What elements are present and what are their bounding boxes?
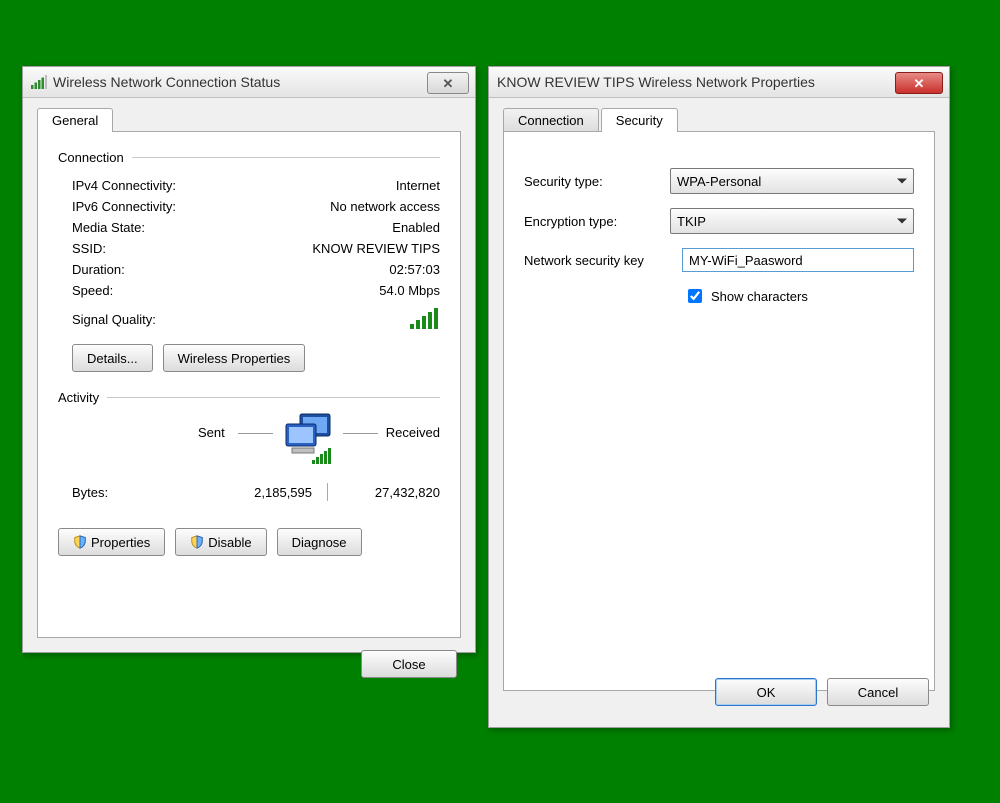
group-connection-label: Connection: [58, 150, 124, 165]
received-label: Received: [386, 425, 440, 440]
row-signal: Signal Quality:: [58, 307, 440, 332]
cancel-button[interactable]: Cancel: [827, 678, 929, 706]
duration-value: 02:57:03: [389, 262, 440, 277]
bytes-sent-value: 2,185,595: [182, 485, 312, 500]
connection-status-dialog: Wireless Network Connection Status ✕ Gen…: [22, 66, 476, 653]
ipv4-label: IPv4 Connectivity:: [72, 178, 176, 193]
tab-security[interactable]: Security: [601, 108, 678, 132]
row-speed: Speed: 54.0 Mbps: [58, 280, 440, 301]
duration-label: Duration:: [72, 262, 125, 277]
group-connection: Connection: [58, 150, 440, 165]
signal-label: Signal Quality:: [72, 312, 156, 327]
row-ssid: SSID: KNOW REVIEW TIPS: [58, 238, 440, 259]
tab-general[interactable]: General: [37, 108, 113, 132]
tab-panel-general: Connection IPv4 Connectivity: Internet I…: [37, 131, 461, 638]
ipv4-value: Internet: [396, 178, 440, 193]
divider: [343, 433, 378, 434]
signal-bars-icon: [410, 307, 440, 332]
client-area: General Connection IPv4 Connectivity: In…: [23, 98, 475, 692]
sent-label: Sent: [198, 425, 225, 440]
show-characters-input[interactable]: [688, 289, 702, 303]
close-icon: ✕: [443, 77, 454, 90]
chevron-down-icon: [897, 179, 907, 184]
media-label: Media State:: [72, 220, 145, 235]
speed-value: 54.0 Mbps: [379, 283, 440, 298]
client-area: Connection Security Security type: WPA-P…: [489, 98, 949, 722]
tabstrip: Connection Security: [503, 108, 935, 132]
divider: [238, 433, 273, 434]
show-characters-checkbox[interactable]: Show characters: [684, 286, 808, 306]
shield-icon: [190, 535, 204, 549]
wireless-properties-button[interactable]: Wireless Properties: [163, 344, 306, 372]
row-security-key: Network security key: [524, 248, 914, 272]
signal-icon: [31, 75, 47, 89]
shield-icon: [73, 535, 87, 549]
tab-panel-security: Security type: WPA-Personal Encryption t…: [503, 131, 935, 691]
footer: Close: [37, 638, 461, 678]
disable-button-label: Disable: [208, 535, 251, 550]
tabstrip: General: [37, 108, 461, 132]
show-characters-label: Show characters: [711, 289, 808, 304]
dialog-title: KNOW REVIEW TIPS Wireless Network Proper…: [497, 74, 815, 90]
speed-label: Speed:: [72, 283, 113, 298]
row-show-characters: Show characters: [684, 286, 914, 306]
ssid-label: SSID:: [72, 241, 106, 256]
properties-button-label: Properties: [91, 535, 150, 550]
titlebar: KNOW REVIEW TIPS Wireless Network Proper…: [489, 67, 949, 98]
close-button-x[interactable]: ✕: [895, 72, 943, 94]
properties-button[interactable]: Properties: [58, 528, 165, 556]
diagnose-button[interactable]: Diagnose: [277, 528, 362, 556]
details-button[interactable]: Details...: [72, 344, 153, 372]
encryption-type-label: Encryption type:: [524, 214, 670, 229]
ok-cancel-row: OK Cancel: [715, 678, 929, 706]
dialog-title: Wireless Network Connection Status: [53, 74, 280, 90]
connection-buttons: Details... Wireless Properties: [58, 344, 440, 372]
ipv6-value: No network access: [330, 199, 440, 214]
chevron-down-icon: [897, 219, 907, 224]
group-activity-label: Activity: [58, 390, 99, 405]
security-type-value: WPA-Personal: [677, 174, 761, 189]
ok-button[interactable]: OK: [715, 678, 817, 706]
bytes-label: Bytes:: [72, 485, 182, 500]
tab-connection[interactable]: Connection: [503, 108, 599, 132]
security-key-input[interactable]: [682, 248, 914, 272]
divider: [107, 397, 440, 398]
encryption-type-select[interactable]: TKIP: [670, 208, 914, 234]
wireless-properties-dialog: KNOW REVIEW TIPS Wireless Network Proper…: [488, 66, 950, 728]
divider: [132, 157, 440, 158]
computer-icon: [278, 410, 338, 469]
close-icon: ✕: [914, 77, 925, 90]
security-type-label: Security type:: [524, 174, 670, 189]
row-bytes: Bytes: 2,185,595 27,432,820: [58, 485, 440, 500]
security-key-label: Network security key: [524, 253, 682, 268]
row-security-type: Security type: WPA-Personal: [524, 168, 914, 194]
activity-visual: Sent Received: [58, 415, 440, 485]
row-media: Media State: Enabled: [58, 217, 440, 238]
ssid-value: KNOW REVIEW TIPS: [312, 241, 440, 256]
row-encryption-type: Encryption type: TKIP: [524, 208, 914, 234]
row-ipv6: IPv6 Connectivity: No network access: [58, 196, 440, 217]
security-type-select[interactable]: WPA-Personal: [670, 168, 914, 194]
divider: [312, 485, 342, 500]
group-activity: Activity: [58, 390, 440, 405]
close-button[interactable]: Close: [361, 650, 457, 678]
action-buttons: Properties Disable Diagnose: [58, 528, 440, 556]
bytes-received-value: 27,432,820: [342, 485, 440, 500]
encryption-type-value: TKIP: [677, 214, 706, 229]
disable-button[interactable]: Disable: [175, 528, 266, 556]
row-ipv4: IPv4 Connectivity: Internet: [58, 175, 440, 196]
close-button-x[interactable]: ✕: [427, 72, 469, 94]
row-duration: Duration: 02:57:03: [58, 259, 440, 280]
media-value: Enabled: [392, 220, 440, 235]
titlebar: Wireless Network Connection Status ✕: [23, 67, 475, 98]
ipv6-label: IPv6 Connectivity:: [72, 199, 176, 214]
